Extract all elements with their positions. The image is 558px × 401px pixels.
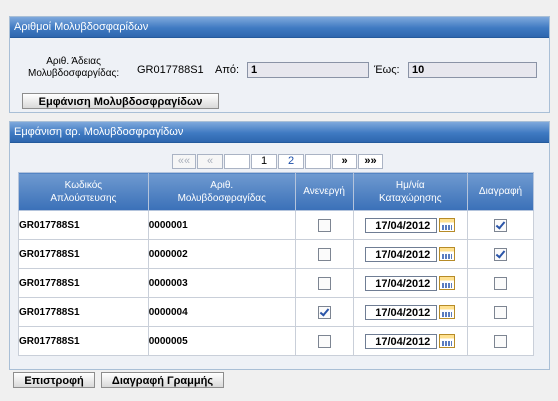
inactive-checkbox[interactable]	[317, 305, 331, 319]
date-input[interactable]: 17/04/2012	[365, 217, 438, 233]
date-picker: 17/04/2012	[365, 246, 456, 262]
date-cell: 17/04/2012	[352, 326, 469, 356]
pager-prev-button[interactable]: «	[197, 154, 223, 169]
seals-table-header: Κωδικός Απλούστευσης Αριθ. Μολυβδοσφραγί…	[18, 172, 534, 211]
delete-checkbox[interactable]	[494, 334, 508, 348]
from-label: Από:	[215, 64, 240, 76]
pager-spacer	[305, 154, 331, 169]
pager-page-2[interactable]: 2	[278, 154, 304, 169]
seals-list-panel-title: Εμφάνιση αρ. Μολυβδοσφραγίδων	[10, 122, 549, 143]
seal-number-cell: 0000005	[147, 326, 296, 356]
inactive-cell	[294, 297, 354, 327]
date-cell: 17/04/2012	[352, 210, 469, 240]
column-header-seal-line1: Αριθ.	[210, 179, 234, 191]
license-value: GR017788S1	[137, 64, 204, 76]
inactive-checkbox[interactable]	[317, 334, 331, 348]
column-header-seal-line2: Μολυβδοσφραγίδας	[177, 192, 266, 204]
date-input[interactable]: 17/04/2012	[365, 304, 438, 320]
pager-last-button[interactable]: »»	[358, 154, 383, 169]
pager-page-1[interactable]: 1	[251, 154, 277, 169]
date-picker: 17/04/2012	[365, 304, 456, 320]
date-picker: 17/04/2012	[365, 217, 456, 233]
code-cell: GR017788S1	[18, 268, 149, 298]
delete-checkbox[interactable]	[494, 218, 508, 232]
to-input[interactable]: 10	[408, 62, 537, 78]
column-header-date-line2: Καταχώρησης	[379, 192, 442, 204]
show-seals-button[interactable]: Εμφάνιση Μολυβδοσφραγίδων	[22, 93, 219, 109]
column-header-code-line1: Κωδικός	[64, 179, 103, 191]
date-picker: 17/04/2012	[365, 333, 456, 349]
pager-first-button[interactable]: ««	[172, 154, 196, 169]
delete-checkbox[interactable]	[494, 247, 508, 261]
delete-cell	[467, 239, 534, 269]
code-cell: GR017788S1	[18, 210, 149, 240]
table-row[interactable]: GR017788S1 0000004 17/04/2012	[18, 297, 534, 327]
delete-checkbox[interactable]	[494, 276, 508, 290]
license-label-line1: Αριθ. Άδειας	[46, 56, 101, 67]
seals-table-body: GR017788S1 0000001 17/04/2012 GR017788S1 000…	[18, 210, 534, 356]
column-header-date[interactable]: Ημ/νία Καταχώρησης	[352, 172, 469, 211]
to-label: Έως:	[374, 64, 400, 76]
seals-table: Κωδικός Απλούστευσης Αριθ. Μολυβδοσφραγί…	[18, 172, 534, 356]
date-picker: 17/04/2012	[365, 275, 456, 291]
from-input[interactable]: 1	[247, 62, 369, 78]
license-label: Αριθ. Άδειας Μολυβδοσφαργίδας:	[28, 56, 119, 80]
column-header-date-line1: Ημ/νία	[395, 179, 425, 191]
column-header-code-line2: Απλούστευσης	[50, 192, 117, 204]
delete-cell	[467, 268, 534, 298]
date-input[interactable]: 17/04/2012	[365, 275, 438, 291]
seals-list-panel: Εμφάνιση αρ. Μολυβδοσφραγίδων «« « 1 2 »…	[9, 121, 550, 370]
table-row[interactable]: GR017788S1 0000003 17/04/2012	[18, 268, 534, 298]
seal-numbers-panel-title: Αριθμοί Μολυβδοσφαρίδων	[10, 17, 549, 38]
inactive-checkbox[interactable]	[317, 276, 331, 290]
date-cell: 17/04/2012	[352, 268, 469, 298]
column-header-inactive[interactable]: Ανενεργή	[294, 172, 354, 211]
column-header-seal-number[interactable]: Αριθ. Μολυβδοσφραγίδας	[147, 172, 296, 211]
delete-cell	[467, 210, 534, 240]
inactive-checkbox[interactable]	[317, 247, 331, 261]
date-cell: 17/04/2012	[352, 297, 469, 327]
seal-number-cell: 0000004	[147, 297, 296, 327]
pager: «« « 1 2 » »»	[172, 154, 384, 169]
pager-spacer	[224, 154, 250, 169]
delete-cell	[467, 297, 534, 327]
table-row[interactable]: GR017788S1 0000002 17/04/2012	[18, 239, 534, 269]
seal-number-cell: 0000001	[147, 210, 296, 240]
pager-next-button[interactable]: »	[332, 154, 357, 169]
calendar-icon[interactable]	[439, 334, 456, 348]
table-row[interactable]: GR017788S1 0000001 17/04/2012	[18, 210, 534, 240]
delete-row-button[interactable]: Διαγραφή Γραμμής	[101, 372, 224, 388]
calendar-icon[interactable]	[439, 305, 456, 319]
date-cell: 17/04/2012	[352, 239, 469, 269]
calendar-icon[interactable]	[439, 218, 456, 232]
inactive-cell	[294, 239, 354, 269]
date-input[interactable]: 17/04/2012	[365, 246, 438, 262]
seal-numbers-panel: Αριθμοί Μολυβδοσφαρίδων Αριθ. Άδειας Μολ…	[9, 16, 550, 113]
inactive-cell	[294, 326, 354, 356]
inactive-cell	[294, 268, 354, 298]
column-header-delete[interactable]: Διαγραφή	[467, 172, 534, 211]
code-cell: GR017788S1	[18, 239, 149, 269]
date-input[interactable]: 17/04/2012	[365, 333, 438, 349]
delete-cell	[467, 326, 534, 356]
inactive-cell	[294, 210, 354, 240]
code-cell: GR017788S1	[18, 326, 149, 356]
calendar-icon[interactable]	[439, 276, 456, 290]
code-cell: GR017788S1	[18, 297, 149, 327]
license-label-line2: Μολυβδοσφαργίδας:	[28, 68, 120, 79]
calendar-icon[interactable]	[439, 247, 456, 261]
table-row[interactable]: GR017788S1 0000005 17/04/2012	[18, 326, 534, 356]
seal-number-cell: 0000003	[147, 268, 296, 298]
seal-number-cell: 0000002	[147, 239, 296, 269]
delete-checkbox[interactable]	[494, 305, 508, 319]
inactive-checkbox[interactable]	[317, 218, 331, 232]
back-button[interactable]: Επιστροφή	[13, 372, 95, 388]
column-header-code[interactable]: Κωδικός Απλούστευσης	[18, 172, 149, 211]
